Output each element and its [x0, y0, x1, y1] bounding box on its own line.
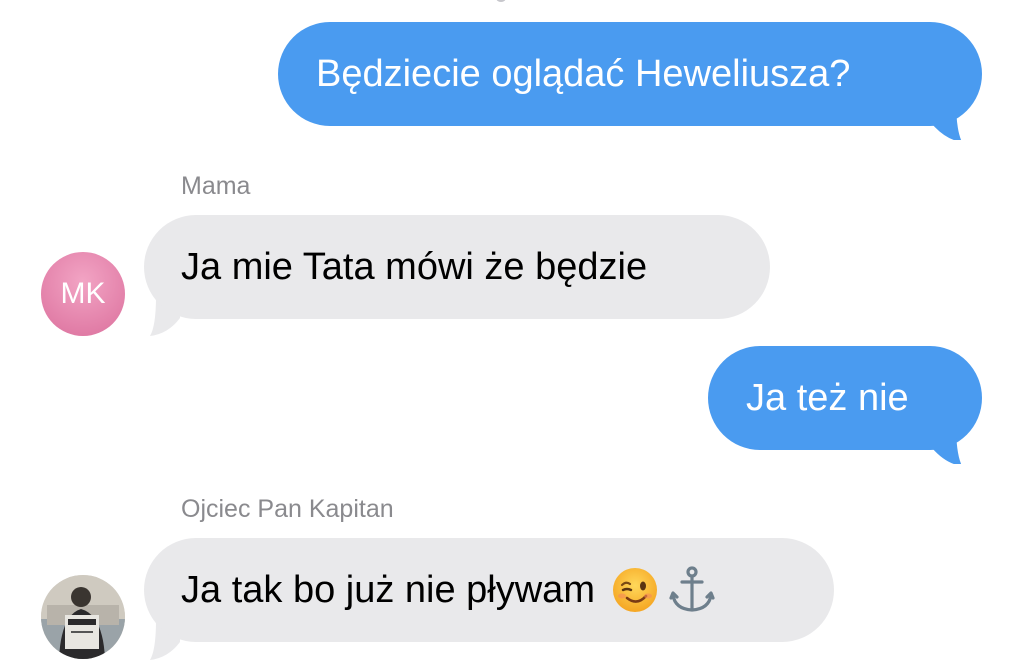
outgoing-bubble-tail — [932, 424, 962, 464]
message-text: Ja też nie — [746, 377, 909, 419]
outgoing-message-bubble[interactable]: Będziecie oglądać Heweliusza? — [278, 22, 982, 126]
outgoing-bubble-tail — [932, 100, 962, 140]
incoming-message-bubble[interactable]: Ja mie Tata mówi że będzie — [144, 215, 770, 319]
incoming-message-bubble[interactable]: Ja tak bo już nie pływam — [144, 538, 834, 642]
sender-name: Mama — [181, 172, 251, 200]
winking-face-emoji — [612, 568, 657, 612]
photo-avatar[interactable] — [41, 575, 125, 659]
anchor-emoji — [669, 566, 715, 612]
message-text: Będziecie oglądać Heweliusza? — [316, 53, 851, 95]
scroll-edge-indicator — [496, 0, 506, 2]
message-thread: Będziecie oglądać Heweliusza? Mama MK Ja… — [0, 0, 1024, 668]
avatar[interactable]: MK — [41, 252, 125, 336]
avatar-initials: MK — [60, 277, 106, 310]
person-photo-icon — [41, 575, 125, 659]
message-text: Ja mie Tata mówi że będzie — [181, 246, 648, 288]
message-text: Ja tak bo już nie pływam — [181, 569, 595, 611]
sender-name: Ojciec Pan Kapitan — [181, 495, 394, 523]
